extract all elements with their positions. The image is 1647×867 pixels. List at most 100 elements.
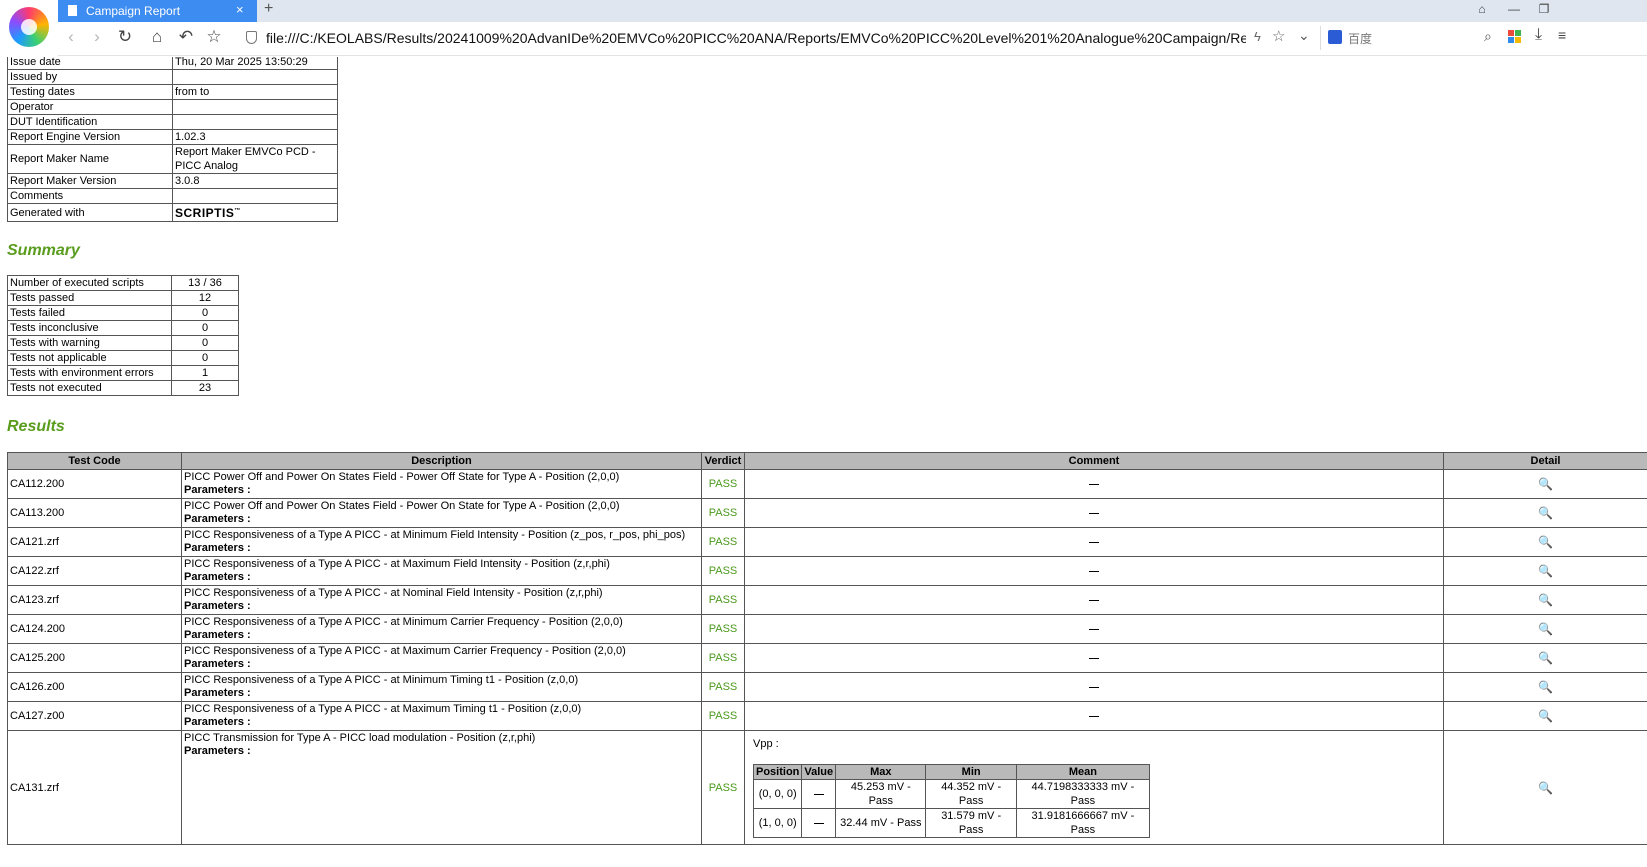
detail-cell[interactable]: 🔍 [1443,730,1647,845]
info-row: Issued by [7,69,338,85]
summary-row: Tests not executed 23 [7,380,239,396]
summary-row: Tests inconclusive 0 [7,320,239,336]
vpp-min: 44.352 mV - Pass [925,779,1017,809]
star-icon[interactable]: ☆ [1272,27,1285,45]
magnifier-icon[interactable]: 🔍 [1538,506,1553,520]
test-description: PICC Responsiveness of a Type A PICC - a… [181,585,702,615]
summary-value: 0 [171,305,239,321]
magnifier-icon[interactable]: 🔍 [1538,781,1553,795]
forward-icon[interactable]: › [86,27,108,47]
address-bar[interactable]: file:///C:/KEOLABS/Results/20241009%20Ad… [266,30,1246,46]
magnifier-icon[interactable]: 🔍 [1538,680,1553,694]
back-icon[interactable]: ‹ [60,27,82,47]
summary-row: Tests failed 0 [7,305,239,321]
dash-icon [1089,657,1099,659]
vpp-header: Min [925,764,1017,780]
summary-row: Number of executed scripts 13 / 36 [7,275,239,291]
summary-value: 13 / 36 [171,275,239,291]
info-label: Operator [7,99,173,115]
magnifier-icon[interactable]: 🔍 [1538,651,1553,665]
header-detail: Detail [1443,452,1647,470]
test-code: CA112.200 [7,469,182,499]
dash-icon [1089,628,1099,630]
info-value: from to [172,84,338,100]
test-description: PICC Transmission for Type A - PICC load… [181,730,702,845]
parameters-label: Parameters : [184,513,251,525]
magnifier-icon[interactable]: 🔍 [1538,535,1553,549]
search-icon[interactable]: ⌕ [1484,28,1492,45]
vpp-mean: 44.7198333333 mV - Pass [1015,779,1151,809]
dash-icon [1089,570,1099,572]
search-input[interactable]: 百度 [1348,30,1372,47]
apps-icon[interactable] [1508,30,1522,44]
bookmark-star-icon[interactable]: ☆ [203,27,225,47]
detail-cell[interactable]: 🔍 [1443,672,1647,702]
verdict-pass: PASS [701,498,745,528]
reload-icon[interactable]: ↻ [114,27,136,47]
info-value: SCRIPTIS™ [172,203,338,222]
table-row: CA113.200 PICC Power Off and Power On Sta… [7,498,1647,528]
home-icon[interactable]: ⌂ [146,27,168,47]
browser-logo-icon[interactable] [9,7,49,47]
info-row: Report Maker Version 3.0.8 [7,173,338,189]
detail-cell[interactable]: 🔍 [1443,701,1647,731]
info-value [172,114,338,130]
detail-cell[interactable]: 🔍 [1443,614,1647,644]
comment-cell: Vpp : Position Value Max Min Mean (0, 0, 0) 45.… [744,730,1444,845]
detail-cell[interactable]: 🔍 [1443,527,1647,557]
detail-cell[interactable]: 🔍 [1443,498,1647,528]
comment-cell [744,672,1444,702]
summary-table: Number of executed scripts 13 / 36 Tests p… [7,275,239,396]
table-row: CA127.z00 PICC Responsiveness of a Type A… [7,701,1647,731]
info-row: Report Maker Name Report Maker EMVCo PCD … [7,144,338,174]
new-tab-button[interactable]: + [264,0,273,18]
tab-close-icon[interactable]: × [236,2,244,17]
lightning-icon[interactable]: ϟ [1254,29,1261,44]
description-text: PICC Power Off and Power On States Field… [184,471,620,483]
comment-cell [744,527,1444,557]
tab-campaign-report[interactable]: Campaign Report × [58,0,257,22]
vpp-mean: 31.9181666667 mV - Pass [1015,808,1151,838]
detail-cell[interactable]: 🔍 [1443,556,1647,586]
minimize-button[interactable]: — [1504,2,1524,16]
test-description: PICC Power Off and Power On States Field… [181,498,702,528]
test-code: CA131.zrf [7,730,182,845]
info-value: Thu, 20 Mar 2025 13:50:29 [172,57,338,70]
magnifier-icon[interactable]: 🔍 [1538,477,1553,491]
chevron-down-icon[interactable]: ⌄ [1298,27,1310,44]
summary-label: Tests with environment errors [7,365,172,381]
info-value [172,69,338,85]
tab-strip: Campaign Report × + ⌂ — ❐ [58,0,1647,22]
magnifier-icon[interactable]: 🔍 [1538,622,1553,636]
info-label: Generated with [7,203,173,222]
magnifier-icon[interactable]: 🔍 [1538,564,1553,578]
undo-icon[interactable]: ↶ [175,27,197,47]
info-label: Report Maker Name [7,144,173,174]
vpp-label: Vpp : [753,738,779,750]
search-box[interactable]: 百度 ⌕ [1320,26,1505,50]
results-header-row: Test Code Description Verdict Comment De… [7,452,1647,470]
detail-cell[interactable]: 🔍 [1443,585,1647,615]
skin-icon[interactable]: ⌂ [1472,2,1492,16]
header-description: Description [181,452,702,470]
vpp-row: (0, 0, 0) 45.253 mV - Pass 44.352 mV - Pas… [752,779,1151,809]
browser-chrome: Campaign Report × + ⌂ — ❐ ‹ › ↻ ⌂ ↶ ☆ fi… [0,0,1647,57]
magnifier-icon[interactable]: 🔍 [1538,709,1553,723]
vpp-header: Value [801,764,837,780]
report-page: Issue date Thu, 20 Mar 2025 13:50:29 Issue… [0,57,1647,867]
verdict-pass: PASS [701,701,745,731]
test-code: CA126.z00 [7,672,182,702]
document-icon [68,5,77,16]
summary-value: 0 [171,335,239,351]
detail-cell[interactable]: 🔍 [1443,643,1647,673]
comment-cell [744,701,1444,731]
restore-button[interactable]: ❐ [1534,2,1554,16]
description-text: PICC Responsiveness of a Type A PICC - a… [184,645,626,657]
magnifier-icon[interactable]: 🔍 [1538,593,1553,607]
summary-value: 12 [171,290,239,306]
detail-cell[interactable]: 🔍 [1443,469,1647,499]
verdict-pass: PASS [701,614,745,644]
download-icon[interactable]: ⤓ [1535,26,1542,44]
menu-icon[interactable]: ≡ [1558,27,1566,43]
dash-icon [1089,686,1099,688]
